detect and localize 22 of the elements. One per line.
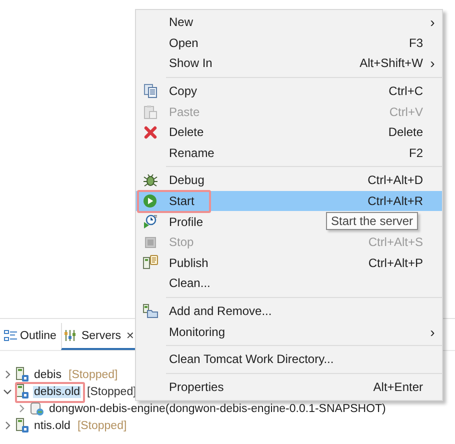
server-name: debis.old	[33, 386, 82, 398]
shortcut-text: Alt+Shift+W	[360, 56, 423, 70]
server-name: debis	[33, 368, 62, 380]
shortcut-text: Ctrl+Alt+P	[368, 256, 423, 270]
server-status: [Stopped]	[68, 368, 118, 380]
shortcut-text: F3	[408, 36, 423, 50]
shortcut-text: Ctrl+Alt+D	[368, 173, 423, 188]
submenu-arrow: ›	[430, 55, 435, 72]
tooltip: Start the server	[326, 212, 418, 230]
shortcut-text: F2	[408, 146, 423, 160]
submenu-arrow: ›	[430, 324, 435, 340]
shortcut-text: Delete	[388, 125, 423, 140]
shortcut-text: Ctrl+Alt+R	[368, 194, 423, 208]
server-status: [Stopped]	[77, 420, 127, 432]
server-status: [Stopped]	[87, 386, 136, 398]
shortcut-text: Alt+Enter	[373, 380, 423, 394]
shortcut-text: Ctrl+C	[388, 84, 423, 98]
shortcut-text: Ctrl+V	[389, 104, 423, 119]
module-name: dongwon-debis-engine(dongwon-debis-engine-0.0.1-SNAPSHOT)	[48, 402, 387, 414]
server-name: ntis.old	[33, 420, 72, 432]
submenu-arrow: ›	[430, 14, 435, 30]
shortcut-text: Ctrl+Alt+S	[368, 235, 423, 250]
